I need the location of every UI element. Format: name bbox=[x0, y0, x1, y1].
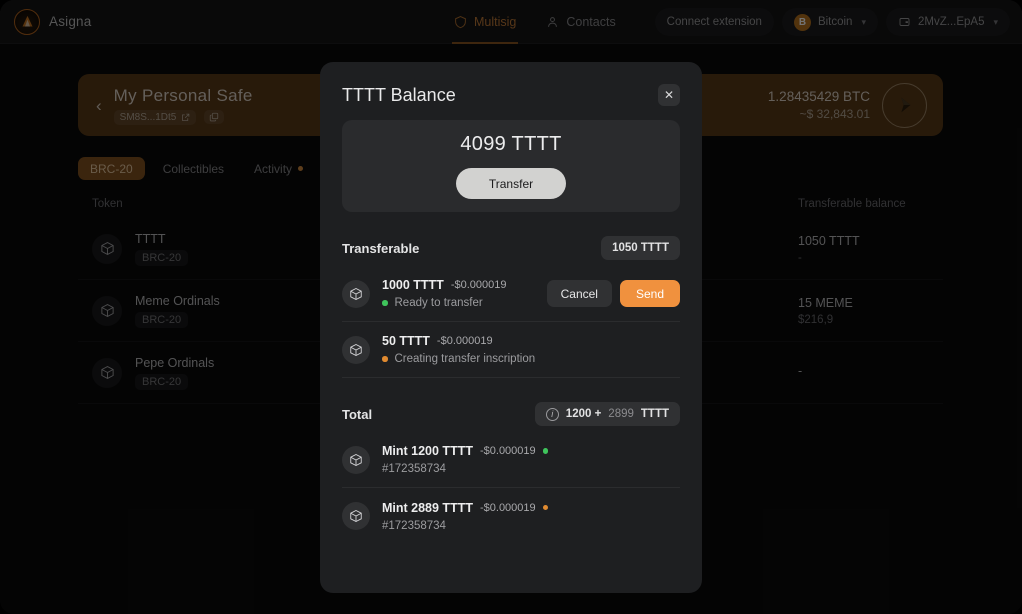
inscription-actions: Cancel Send bbox=[546, 280, 680, 307]
inscription-id: #172358734 bbox=[382, 463, 446, 475]
inscription-amount-line: Mint 2889 TTTT -$0.000019 bbox=[382, 500, 549, 515]
transferable-section-header: Transferable 1050 TTTT bbox=[342, 212, 680, 266]
modal-title: TTTT Balance bbox=[342, 84, 456, 105]
cube-icon bbox=[350, 509, 362, 523]
transferable-inscription-row[interactable]: 1000 TTTT -$0.000019 Ready to transfer C… bbox=[342, 266, 680, 322]
status-dot-pending bbox=[542, 504, 549, 511]
status-dot-confirmed bbox=[542, 448, 549, 454]
total-amount-pill[interactable]: i 1200 + 2899 TTTT bbox=[534, 402, 680, 426]
inscription-cube-icon bbox=[342, 502, 370, 530]
modal-header: TTTT Balance ✕ bbox=[320, 62, 702, 120]
inscription-body: Mint 1200 TTTT -$0.000019 #172358734 bbox=[382, 444, 549, 475]
inscription-usd-value: -$0.000019 bbox=[479, 445, 536, 457]
total-inscription-row[interactable]: Mint 2889 TTTT -$0.000019 #172358734 bbox=[342, 488, 680, 544]
inscription-id: #172358734 bbox=[382, 519, 446, 532]
inscription-cube-icon bbox=[342, 335, 370, 364]
inscription-amount-line: Mint 1200 TTTT -$0.000019 bbox=[382, 444, 549, 458]
transferable-amount-pill: 1050 TTTT bbox=[601, 236, 680, 260]
total-balance-amount: 4099 TTTT bbox=[460, 133, 562, 155]
inscription-status-line: Creating transfer inscription bbox=[382, 353, 535, 365]
balance-summary-card: 4099 TTTT Transfer bbox=[342, 120, 680, 212]
app-root: Asigna Multisig Contacts Connect extensi… bbox=[0, 0, 1022, 614]
inscription-amount: Mint 2889 TTTT bbox=[382, 500, 473, 515]
total-pill-suffix: TTTT bbox=[640, 408, 669, 420]
inscription-cube-icon bbox=[342, 279, 370, 308]
status-dot-creating bbox=[382, 356, 388, 362]
inscription-usd-value: -$0.000019 bbox=[436, 335, 493, 347]
token-balance-modal: TTTT Balance ✕ 4099 TTTT Transfer Transf… bbox=[320, 62, 702, 593]
inscription-body: 1000 TTTT -$0.000019 Ready to transfer bbox=[382, 278, 507, 309]
inscription-status-line: Ready to transfer bbox=[382, 297, 507, 309]
inscription-usd-value: -$0.000019 bbox=[450, 279, 507, 291]
cancel-button[interactable]: Cancel bbox=[546, 280, 612, 307]
inscription-amount: 1000 TTTT bbox=[382, 278, 444, 292]
transferable-section-title: Transferable bbox=[342, 240, 420, 256]
inscription-body: 50 TTTT -$0.000019 Creating transfer ins… bbox=[382, 334, 535, 365]
transferable-inscription-row[interactable]: 50 TTTT -$0.000019 Creating transfer ins… bbox=[342, 322, 680, 378]
cube-icon bbox=[350, 343, 362, 356]
total-pill-primary: 1200 + bbox=[565, 408, 602, 420]
inscription-amount-line: 50 TTTT -$0.000019 bbox=[382, 334, 535, 348]
info-icon: i bbox=[545, 407, 559, 421]
transfer-button[interactable]: Transfer bbox=[456, 168, 566, 199]
send-button[interactable]: Send bbox=[619, 280, 680, 307]
inscription-body: Mint 2889 TTTT -$0.000019 #172358734 bbox=[382, 500, 549, 532]
inscription-status-label: Creating transfer inscription bbox=[394, 353, 536, 365]
cube-icon bbox=[350, 287, 362, 300]
inscription-status-label: Ready to transfer bbox=[394, 297, 483, 309]
cube-icon bbox=[350, 453, 362, 466]
inscription-usd-value: -$0.000019 bbox=[479, 501, 536, 514]
total-pill-dim: 2899 bbox=[608, 408, 634, 420]
total-section-header: Total i 1200 + 2899 TTTT bbox=[342, 378, 680, 432]
inscription-amount-line: 1000 TTTT -$0.000019 bbox=[382, 278, 507, 292]
close-icon[interactable]: ✕ bbox=[658, 84, 680, 106]
status-dot-ready bbox=[382, 300, 388, 306]
inscription-cube-icon bbox=[342, 445, 370, 474]
inscription-amount: Mint 1200 TTTT bbox=[382, 444, 473, 458]
total-section-title: Total bbox=[342, 406, 373, 422]
inscription-amount: 50 TTTT bbox=[382, 334, 430, 348]
total-inscription-row[interactable]: Mint 1200 TTTT -$0.000019 #172358734 bbox=[342, 432, 680, 488]
